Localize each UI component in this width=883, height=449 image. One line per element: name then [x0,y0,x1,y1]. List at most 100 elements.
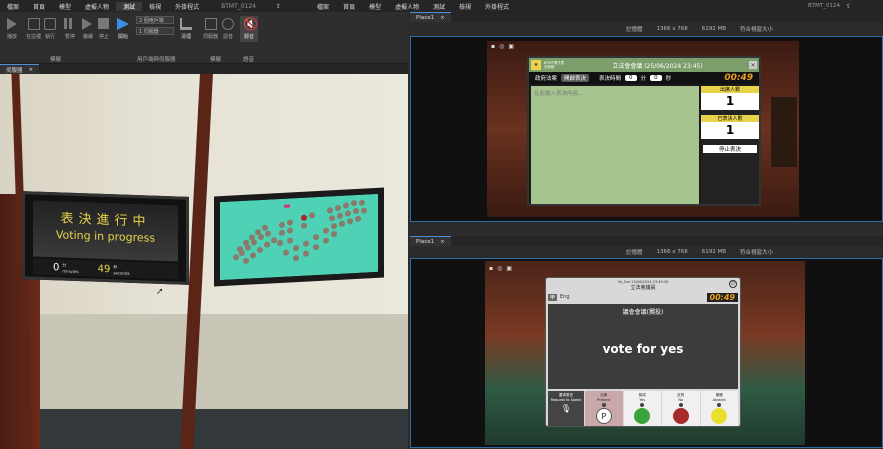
logo-icon: ★ [531,60,541,70]
window-share-icon[interactable]: ⇪ [269,3,288,10]
stat-resolution[interactable]: 1366 x 768 [656,26,687,32]
abstain-light-icon [711,408,728,424]
windows-logo-icon[interactable]: ▪ [489,265,493,272]
chat-icon[interactable]: ◎ [497,265,502,272]
stat-resolution[interactable]: 1366 x 768 [656,249,687,255]
broom-icon [180,18,192,30]
viewport-stats-top: 記憶體 1366 x 768 6192 MB 符合視窗大小 [410,23,883,35]
play-button[interactable]: 播放 [6,18,18,40]
vote-content-placeholder: 在此輸入表決內容... [534,91,584,97]
step-icon [82,18,92,30]
yes-light-icon [634,408,651,424]
council-voting-panel: ★ BTMT電子表決系統 立法會會議 (25/06/2024 23:45) × … [527,56,761,206]
menu-view-right[interactable]: 檢視 [452,2,478,11]
stat-scale[interactable]: 符合視窗大小 [740,25,773,33]
step-button[interactable]: 繼續 [82,18,94,40]
menu-model[interactable]: 模型 [52,2,78,11]
server-icon [204,18,217,30]
seating-chart [220,193,378,281]
menu-model-right[interactable]: 模型 [362,2,388,11]
menu-plugins-right[interactable]: 外掛程式 [478,2,516,11]
server-viewport[interactable]: 表決進行中 Voting in progress 0 分 minutes 49 秒… [0,74,408,449]
menu-home-right[interactable]: 首頁 [336,2,362,11]
backpack-icon[interactable]: ▣ [506,265,512,272]
seconds-input[interactable]: 0 [650,75,662,81]
clients-count-select[interactable]: 2 個用戶端 [136,16,174,24]
voting-board: 表決進行中 Voting in progress 0 分 minutes 49 秒… [22,191,189,285]
seating-chart-screen [214,187,384,287]
stop-icon [98,18,109,29]
menu-view[interactable]: 檢視 [142,2,168,11]
power-icon[interactable]: ⏻ [729,280,737,288]
group-label-audio: 語音 [243,57,255,63]
voice-button[interactable]: 語音 [222,18,234,40]
ribbon: 播放 在這裡 執行 暫停 繼續 停止 開始 2 個用戶端 1 伺服器 清理 伺服… [0,12,408,64]
member-name: Eng [560,294,570,300]
backpack-icon[interactable]: ▣ [508,43,514,50]
present-p-icon: P [595,408,612,424]
left-tabbar: 伺服器 × [0,64,408,74]
run-icon [44,18,56,30]
run-button[interactable]: 執行 [44,18,56,40]
menu-file-right[interactable]: 檔案 [310,2,336,11]
vote-abstain-button[interactable]: 棄權 Abstain [700,391,738,426]
voting-status-zh: 表決進行中 [60,211,151,230]
tab-place1-top[interactable]: Place1 × [410,12,451,22]
close-icon[interactable]: × [440,239,445,245]
stat-memory: 6192 MB [701,26,726,32]
client-viewport-top[interactable]: ▪ ◎ ▣ ★ BTMT電子表決系統 立法會會議 (25/06/2024 23:45… [410,36,883,222]
window-title: BTMT_0124 [221,2,257,10]
group-label-emulation: 模擬 [210,57,222,63]
share-icon[interactable]: ⇪ [846,3,851,10]
tab-server[interactable]: 伺服器 × [0,64,40,74]
open-vote-button[interactable]: 開啟表決 [561,74,590,82]
stat-mem-label: 記憶體 [625,27,643,33]
motion-text: vote for yes [602,342,684,356]
stat-mem-label: 記憶體 [625,250,643,256]
menu-bar: 檔案 首頁 模型 虛擬人物 測試 檢視 外掛程式 BTMT_0124 ⇪ 檔案 … [0,0,883,12]
menu-home[interactable]: 首頁 [26,2,52,11]
voted-count: 1 [701,122,759,139]
close-icon[interactable]: × [29,67,34,73]
motion-title: 議會會議(獨投) [622,309,664,316]
stat-scale[interactable]: 符合視窗大小 [740,248,773,256]
vote-yes-button[interactable]: 贊成 Yes [623,391,661,426]
right-bottom-tabbar: Place1 × [410,236,883,246]
no-light-icon [672,408,689,424]
cleanup-button[interactable]: 清理 [180,18,192,40]
close-icon[interactable]: × [440,15,445,21]
play-icon [7,18,17,30]
stat-memory: 6192 MB [701,249,726,255]
server-button[interactable]: 伺服器 [203,18,218,40]
chat-icon[interactable]: ◎ [499,43,504,50]
voting-status-en: Voting in progress [55,228,156,245]
client-viewport-bottom[interactable]: ▪ ◎ ▣ Vo_Sun 25/06/2024 23:45:30 立法會議員 ⏻ 甲… [410,258,883,448]
request-speak-button[interactable]: 要求發言 Request to Speak 🎙 [548,391,584,426]
vote-no-button[interactable]: 反對 No [662,391,700,426]
present-button[interactable]: 出席 Present P [585,391,623,426]
menu-plugins[interactable]: 外掛程式 [168,2,206,11]
viewport-stats-bottom: 記憶體 1366 x 768 6192 MB 符合視窗大小 [410,246,883,258]
windows-logo-icon[interactable]: ▪ [491,43,495,50]
pause-button[interactable]: 暫停 [64,18,76,40]
tablet-header: 立法會議員 [630,285,656,291]
menu-test[interactable]: 測試 [116,1,143,11]
background-chair [771,97,797,167]
tab-gov-bill[interactable]: 政府法案 [535,74,557,82]
close-icon[interactable]: × [749,61,757,69]
menu-avatar[interactable]: 虛擬人物 [78,2,116,11]
server-select[interactable]: 1 伺服器 [136,27,174,35]
minutes-input[interactable]: 0 [625,75,637,81]
menu-test-right[interactable]: 測試 [426,2,452,11]
tab-place1-bottom[interactable]: Place1 × [410,236,451,246]
window-title-right: BTMT_0124 [808,3,840,9]
menu-file[interactable]: 檔案 [0,2,26,11]
play-here-button[interactable]: 在這裡 [26,18,41,40]
stop-button[interactable]: 停止 [98,18,110,40]
stop-vote-button[interactable]: 停止表決 [703,145,757,153]
clients-start-button[interactable]: 開始 [117,18,129,40]
menu-avatar-right[interactable]: 虛擬人物 [388,2,426,11]
mute-button[interactable]: 🔇 靜音 [240,16,258,42]
vote-content-input[interactable]: 在此輸入表決內容... [531,86,699,204]
council-title: 立法會會議 (25/06/2024 23:45) [612,62,703,70]
